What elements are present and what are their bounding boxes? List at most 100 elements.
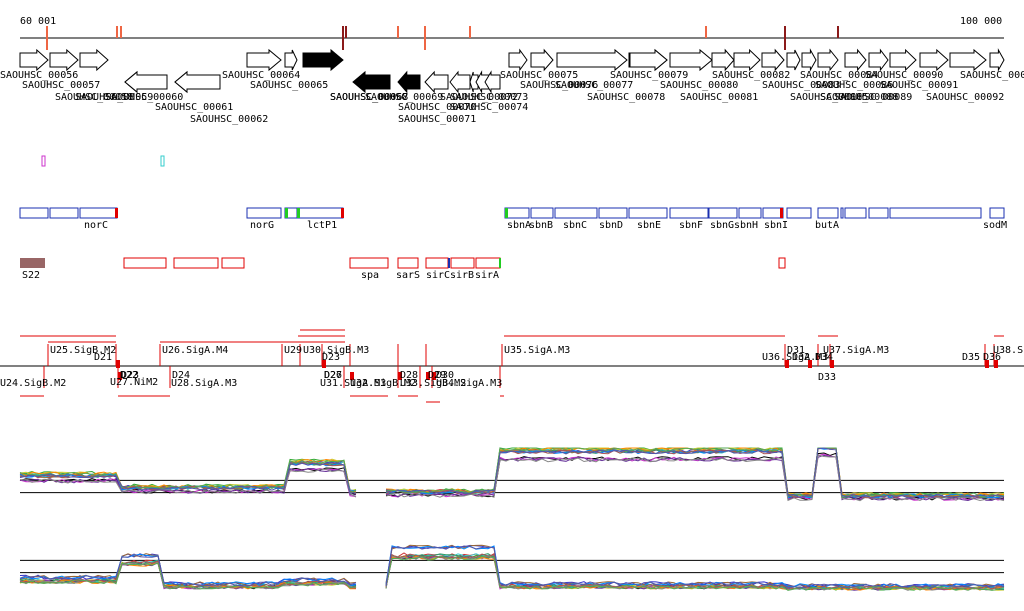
operon-label: sbnE xyxy=(637,220,661,231)
rna-box[interactable] xyxy=(221,257,245,269)
rna-label: spa xyxy=(361,270,379,281)
operon-end-mark xyxy=(780,208,783,218)
gene-arrow[interactable] xyxy=(397,70,421,94)
gene-arrow[interactable] xyxy=(556,48,628,72)
operon-box[interactable] xyxy=(889,207,982,219)
gene-arrow[interactable] xyxy=(508,48,528,72)
transcript-label: U38.SigA.M3 xyxy=(993,345,1024,356)
operon-box[interactable] xyxy=(786,207,812,219)
gene-arrow[interactable] xyxy=(949,48,987,72)
operon-label: sbnF xyxy=(679,220,703,231)
operon-box[interactable] xyxy=(79,207,118,219)
gene-arrow[interactable] xyxy=(352,70,391,94)
gene-arrow[interactable] xyxy=(817,48,839,72)
gene-label: SAOUHSC_00065 xyxy=(250,80,328,91)
expr-series-line xyxy=(19,544,1005,588)
ruler-start-label: 60 001 xyxy=(20,16,56,27)
gene-arrow[interactable] xyxy=(449,70,471,94)
rna-box[interactable] xyxy=(425,257,449,269)
gene-label: SAOUHSC_00062 xyxy=(190,114,268,125)
gene-arrow[interactable] xyxy=(733,48,761,72)
transcript-label: D27 xyxy=(324,370,342,381)
rna-box[interactable] xyxy=(123,257,167,269)
gene-arrow[interactable] xyxy=(49,48,79,72)
rna-label: sirA xyxy=(475,270,499,281)
gene-arrow[interactable] xyxy=(19,48,49,72)
transcript-label: D33 xyxy=(818,372,836,383)
operon-box[interactable] xyxy=(817,207,839,219)
rna-block[interactable] xyxy=(20,258,45,268)
gene-arrow[interactable] xyxy=(174,70,221,94)
gene-arrow[interactable] xyxy=(711,48,735,72)
operon-box[interactable] xyxy=(297,207,344,219)
operon-start-mark xyxy=(297,208,300,218)
gene-arrow[interactable] xyxy=(801,48,817,72)
operon-box[interactable] xyxy=(19,207,49,219)
expr-series-line xyxy=(19,545,1005,589)
operon-box[interactable] xyxy=(246,207,282,219)
gene-arrow[interactable] xyxy=(989,48,1005,72)
gene-arrow[interactable] xyxy=(79,48,109,72)
operon-box[interactable] xyxy=(868,207,889,219)
operon-start-mark xyxy=(285,208,288,218)
rna-box[interactable] xyxy=(475,257,501,269)
operon-label: sbnD xyxy=(599,220,623,231)
rna-label: sirB xyxy=(450,270,474,281)
gene-arrow[interactable] xyxy=(889,48,917,72)
rna-box[interactable] xyxy=(173,257,219,269)
transcript-label: U24.SigB.M2 xyxy=(0,378,66,389)
rna-track: S22 spa sarS sirC sirB sirA xyxy=(20,257,786,281)
gene-arrow[interactable] xyxy=(302,48,344,72)
gene-arrow[interactable] xyxy=(530,48,554,72)
expression-panel-bottom xyxy=(19,544,1005,591)
operon-box[interactable] xyxy=(530,207,554,219)
gene-arrow[interactable] xyxy=(284,49,298,71)
operon-box[interactable] xyxy=(840,207,844,219)
ruler: 60 001 100 000 xyxy=(20,16,1004,50)
operon-label: sbnG xyxy=(710,220,734,231)
gene-arrow[interactable] xyxy=(919,48,949,72)
operon-box[interactable] xyxy=(738,207,762,219)
gene-label: SAOUHSC_00078 xyxy=(587,92,665,103)
rna-box[interactable] xyxy=(450,257,475,269)
gene-arrow[interactable] xyxy=(761,48,785,72)
gene-arrow[interactable] xyxy=(629,48,668,72)
transcript-label: U26.SigA.M4 xyxy=(162,345,228,356)
operon-box[interactable] xyxy=(504,207,530,219)
operon-box[interactable] xyxy=(669,207,709,219)
gene-arrow[interactable] xyxy=(246,48,282,72)
gene-label: SAOUHSC_00093 xyxy=(960,70,1024,81)
transcript-track: U25.SigB.M2D21U26.SigA.M4 U29 U30.SigB.M3D… xyxy=(0,329,1024,403)
operon-box[interactable] xyxy=(49,207,79,219)
operon-box[interactable] xyxy=(598,207,628,219)
operon-box[interactable] xyxy=(844,207,867,219)
expr-series-line xyxy=(19,545,1005,589)
rna-label: sarS xyxy=(396,270,420,281)
rna-box[interactable] xyxy=(397,257,419,269)
operon-label: norC xyxy=(84,220,108,231)
transcript-label: D21 xyxy=(94,352,112,363)
gene-label: SAOUHSC_00089 xyxy=(834,92,912,103)
gene-label: SAOUHSC_00080 xyxy=(660,80,738,91)
rna-box[interactable] xyxy=(349,257,389,269)
ruler-end-label: 100 000 xyxy=(960,16,1002,27)
gene-arrow[interactable] xyxy=(424,70,449,94)
gene-arrow[interactable] xyxy=(669,48,713,72)
rna-box[interactable] xyxy=(778,257,786,269)
operon-label: sbnH xyxy=(734,220,758,231)
operon-box[interactable] xyxy=(708,207,738,219)
operon-box[interactable] xyxy=(989,207,1005,219)
operon-box[interactable] xyxy=(628,207,668,219)
gene-arrow[interactable] xyxy=(844,48,867,72)
operon-box[interactable] xyxy=(554,207,598,219)
operon-end-mark xyxy=(341,208,344,218)
transcript-label: U37.SigA.M3 xyxy=(823,345,889,356)
gene-label: SAOUHSC_00074 xyxy=(450,102,528,113)
gene-arrow[interactable] xyxy=(868,48,889,72)
gene-label: SAOUHSC_00071 xyxy=(398,114,476,125)
operon-label: sodM xyxy=(983,220,1007,231)
gene-arrow[interactable] xyxy=(124,70,168,94)
gene-arrow[interactable] xyxy=(786,49,801,71)
transcript-label: D24 xyxy=(172,370,190,381)
operon-start-mark xyxy=(505,208,508,218)
